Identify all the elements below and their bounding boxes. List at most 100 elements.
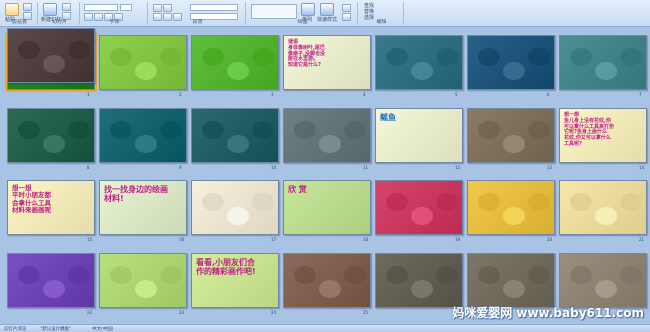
slide-picture-shape: [202, 48, 224, 66]
slide-thumbnail[interactable]: [375, 253, 463, 308]
slide-thumbnail[interactable]: [467, 180, 555, 235]
slide-thumbnail[interactable]: 想一想 鱼儿身上没有花纹,你 可以拿什么工具来打扮 它呢?鱼身上画什么 花纹,你…: [559, 108, 647, 163]
slide-picture-shape: [595, 62, 617, 80]
slide-thumbnail[interactable]: 找一找身边的绘画 材料!: [99, 180, 187, 235]
text-direction-field[interactable]: [190, 4, 238, 11]
slide-picture-shape: [110, 266, 132, 284]
ribbon: 粘贴 剪贴板 新建幻灯片 幻灯片 字体 段落 排列 快速样式 绘图 查找 替换 …: [0, 0, 650, 27]
slide-title-text: 欣 赏: [288, 185, 307, 194]
paste-icon[interactable]: [5, 3, 19, 16]
paragraph-group: 段落: [150, 2, 246, 25]
clipboard-group-label: 剪贴板: [11, 19, 27, 25]
slide-thumbnail[interactable]: [191, 35, 279, 90]
slide-picture-shape: [344, 121, 366, 139]
slide-thumbnail[interactable]: 想一想 平时小朋友都 会拿什么工具 材料来画画呢: [7, 180, 95, 235]
quick-styles-icon[interactable]: [320, 3, 334, 16]
slide-thumbnail[interactable]: [375, 180, 463, 235]
editing-group-label: 编辑: [376, 19, 387, 25]
slide-picture-shape: [319, 280, 341, 298]
shapes-gallery[interactable]: [251, 4, 297, 19]
slide-number: 14: [639, 165, 645, 170]
cut-icon[interactable]: [23, 3, 32, 11]
paragraph-group-label: 段落: [192, 19, 203, 25]
slide-thumbnail[interactable]: [375, 35, 463, 90]
slide-number: 6: [547, 92, 550, 97]
slide-picture-shape: [478, 266, 500, 284]
slide-number: 11: [363, 165, 369, 170]
slide-thumbnail[interactable]: [7, 28, 95, 83]
slide-number: 10: [271, 165, 277, 170]
slides-group: 新建幻灯片 幻灯片: [40, 2, 80, 25]
slide-picture-shape: [227, 135, 249, 153]
slide-picture-shape: [570, 193, 592, 211]
slide-picture-shape: [478, 121, 500, 139]
slide-thumbnail[interactable]: [559, 253, 647, 308]
new-slide-icon[interactable]: [43, 3, 57, 16]
font-group: 字体: [82, 2, 148, 25]
slide-thumbnail[interactable]: [191, 180, 279, 235]
slide-thumbnail[interactable]: [559, 180, 647, 235]
slide-thumbnail[interactable]: [467, 35, 555, 90]
slide-picture-shape: [160, 48, 182, 66]
slide-number: 18: [363, 237, 369, 242]
numbering-icon[interactable]: [163, 4, 172, 12]
slide-thumbnail[interactable]: [467, 253, 555, 308]
slide-number: 16: [179, 237, 185, 242]
slide-picture-shape: [43, 135, 65, 153]
shape-fill-icon[interactable]: [342, 4, 351, 12]
slide-picture-shape: [595, 280, 617, 298]
slide-thumbnail[interactable]: 欣 赏: [283, 180, 371, 235]
slide-title-text: 谜语 身体像树叶,尾巴 像扇子,没脚也没 能在水里游。 知道它是什么?: [288, 39, 325, 68]
slide-number: 9: [179, 165, 182, 170]
slide-thumbnail[interactable]: [467, 108, 555, 163]
drawing-group-label: 绘图: [297, 19, 308, 25]
slide-thumbnail[interactable]: [99, 253, 187, 308]
slide-thumbnail[interactable]: [99, 35, 187, 90]
slide-picture-shape: [160, 121, 182, 139]
slide-thumbnail[interactable]: [99, 108, 187, 163]
slide-thumbnail[interactable]: 谜语 身体像树叶,尾巴 像扇子,没脚也没 能在水里游。 知道它是什么?: [283, 35, 371, 90]
site-watermark: 妈咪爱婴网 www.baby611.com: [452, 306, 644, 320]
slide-number: 24: [271, 310, 277, 315]
bullets-icon[interactable]: [153, 4, 162, 12]
slide-picture-shape: [294, 266, 316, 284]
font-size-field[interactable]: [120, 4, 132, 11]
slide-thumbnail[interactable]: 鳐鱼: [375, 108, 463, 163]
slide-picture-shape: [436, 48, 458, 66]
layout-icon[interactable]: [62, 3, 71, 11]
slide-number: 29: [87, 28, 93, 33]
slide-picture-shape: [478, 193, 500, 211]
slide-picture-shape: [294, 121, 316, 139]
slide-picture-shape: [503, 280, 525, 298]
slide-title-text: 想一想 平时小朋友都 会拿什么工具 材料来画画呢: [12, 184, 51, 215]
slide-picture-shape: [202, 193, 224, 211]
slide-number: 4: [363, 92, 366, 97]
slide-picture-shape: [18, 121, 40, 139]
slide-picture-shape: [18, 266, 40, 284]
arrange-icon[interactable]: [301, 3, 315, 16]
slide-title-text: 想一想 鱼儿身上没有花纹,你 可以拿什么工具来打扮 它呢?鱼身上画什么 花纹,你…: [564, 112, 615, 147]
slide-picture-shape: [18, 41, 40, 59]
slide-picture-shape: [386, 266, 408, 284]
slide-thumbnail[interactable]: [7, 253, 95, 308]
slide-picture-shape: [620, 266, 642, 284]
slide-number: 20: [547, 237, 553, 242]
slide-picture-shape: [411, 207, 433, 225]
font-name-field[interactable]: [84, 4, 118, 11]
slide-picture-shape: [344, 266, 366, 284]
slide-picture-shape: [43, 280, 65, 298]
slide-picture-shape: [68, 121, 90, 139]
slide-number: 3: [271, 92, 274, 97]
slide-thumbnail[interactable]: [283, 108, 371, 163]
slide-number: 1: [87, 92, 90, 97]
slide-thumbnail[interactable]: [7, 108, 95, 163]
slide-picture-shape: [411, 62, 433, 80]
slide-thumbnail[interactable]: 看看,小朋友们合 作的精彩画作吧!: [191, 253, 279, 308]
slide-number: 17: [271, 237, 277, 242]
slide-thumbnail[interactable]: [283, 253, 371, 308]
slide-picture-shape: [386, 193, 408, 211]
slide-number: 7: [639, 92, 642, 97]
slide-thumbnail[interactable]: [191, 108, 279, 163]
slide-thumbnail[interactable]: [559, 35, 647, 90]
slide-number: 8: [87, 165, 90, 170]
